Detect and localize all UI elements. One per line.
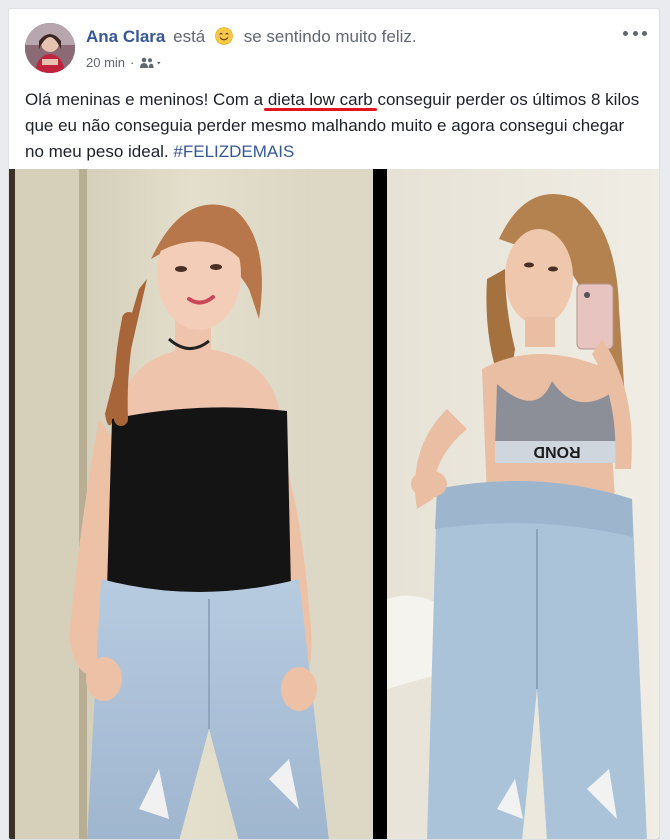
- author-name[interactable]: Ana Clara: [86, 27, 165, 46]
- post-text-highlight: dieta low carb: [263, 87, 377, 113]
- photo-collage: ROND: [9, 169, 659, 839]
- post-text-before: Olá meninas e meninos! Com a: [25, 90, 268, 109]
- post-text: Olá meninas e meninos! Com a dieta low c…: [25, 87, 647, 165]
- feed-post: Ana Clara está se sentindo muito feliz. …: [8, 8, 660, 840]
- bra-print-text: ROND: [533, 443, 580, 460]
- post-meta: 20 min ·: [86, 55, 163, 70]
- post-timestamp[interactable]: 20 min: [86, 55, 125, 70]
- avatar[interactable]: [25, 23, 75, 73]
- feeling-verb: está: [173, 27, 206, 46]
- feeling-text: se sentindo muito feliz.: [243, 27, 417, 46]
- post-header: Ana Clara está se sentindo muito feliz. …: [9, 9, 659, 89]
- hashtag-link[interactable]: #FELIZDEMAIS: [173, 142, 294, 161]
- meta-separator: ·: [130, 55, 135, 70]
- header-title-line: Ana Clara está se sentindo muito feliz.: [86, 27, 417, 47]
- smiling-emoji-icon: [215, 27, 233, 45]
- more-options-icon[interactable]: [623, 27, 647, 39]
- friends-audience-icon[interactable]: [139, 57, 163, 69]
- photo-before[interactable]: [9, 169, 373, 839]
- photo-after[interactable]: ROND: [387, 169, 659, 839]
